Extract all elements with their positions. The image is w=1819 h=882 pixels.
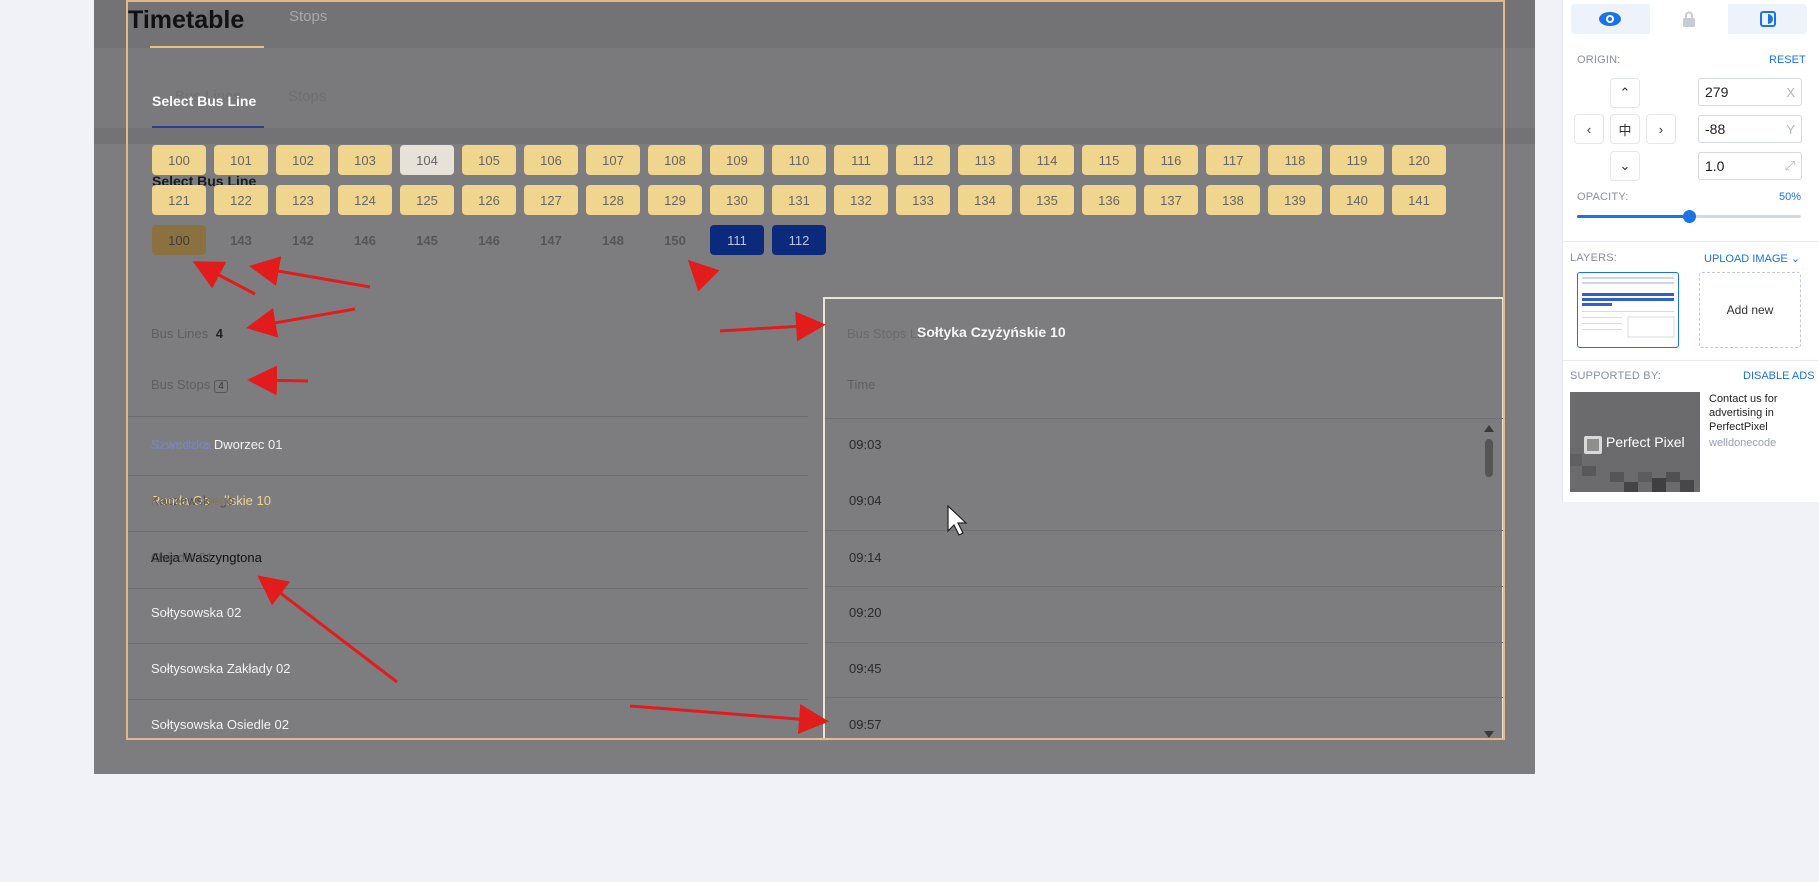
scale-field[interactable]: 1.0 ⤢ [1698, 152, 1802, 180]
add-new-layer-button[interactable]: Add new [1699, 272, 1801, 348]
arrow-icon [629, 704, 829, 735]
origin-y-unit: Y [1786, 121, 1795, 137]
arrow-icon [249, 256, 371, 289]
move-right-button[interactable]: › [1646, 114, 1676, 144]
lock-icon [1683, 11, 1695, 27]
origin-x-value: 279 [1705, 84, 1729, 100]
center-button[interactable]: 中 [1610, 114, 1640, 144]
layer-preview-image [1582, 277, 1675, 338]
move-left-button[interactable]: ‹ [1574, 114, 1604, 144]
origin-label: ORIGIN: [1577, 54, 1621, 66]
ad-brand: Perfect Pixel [1606, 434, 1685, 450]
arrow-icon [719, 311, 826, 342]
visibility-toggle[interactable] [1571, 4, 1649, 34]
chevron-down-icon: ⌄ [1619, 158, 1631, 173]
lock-toggle[interactable] [1650, 4, 1728, 34]
chevron-right-icon: › [1658, 121, 1664, 137]
ad-text: Contact us for advertising in PerfectPix… [1709, 393, 1778, 433]
scale-value: 1.0 [1705, 158, 1725, 174]
origin-x-field[interactable]: 279 X [1698, 78, 1802, 106]
invert-toggle[interactable] [1729, 4, 1807, 34]
section-divider [1563, 360, 1819, 361]
reset-button[interactable]: RESET [1769, 54, 1806, 66]
supported-by-label: SUPPORTED BY: [1570, 370, 1662, 382]
origin-x-unit: X [1786, 84, 1795, 100]
disable-ads-button[interactable]: DISABLE ADS [1743, 370, 1815, 382]
ad-text-block[interactable]: Contact us for advertising in PerfectPix… [1709, 392, 1815, 450]
arrow-icon [257, 575, 398, 684]
ad-sub: welldonecode [1709, 437, 1777, 449]
section-divider [1563, 241, 1819, 242]
move-up-button[interactable]: ⌃ [1610, 78, 1640, 108]
upload-image-label: UPLOAD IMAGE [1704, 253, 1788, 265]
arrow-icon [192, 261, 256, 296]
chevron-up-icon: ⌃ [1619, 85, 1631, 100]
annotation-arrows [192, 256, 829, 735]
invert-icon [1760, 11, 1776, 27]
center-icon: 中 [1618, 122, 1632, 138]
perfectpixel-panel: ORIGIN: RESET ⌃ ‹ 中 › ⌄ 279 X -88 Y 1.0 ⤢ O… [1562, 0, 1819, 502]
move-down-button[interactable]: ⌄ [1610, 151, 1640, 181]
origin-y-field[interactable]: -88 Y [1698, 115, 1802, 143]
chevron-down-icon: ⌄ [1790, 253, 1801, 265]
origin-y-value: -88 [1705, 121, 1726, 137]
arrow-icon [246, 307, 356, 338]
layers-label: LAYERS: [1570, 252, 1618, 264]
eye-icon [1599, 12, 1621, 26]
arrow-icon [687, 259, 720, 292]
opacity-value: 50% [1779, 191, 1802, 203]
upload-image-button[interactable]: UPLOAD IMAGE ⌄ [1704, 252, 1800, 265]
opacity-label: OPACITY: [1577, 191, 1629, 203]
layer-thumbnail[interactable] [1577, 272, 1679, 348]
mouse-cursor-icon [947, 505, 968, 536]
resize-icon: ⤢ [1784, 158, 1795, 173]
chevron-left-icon: ‹ [1586, 121, 1592, 137]
panel-toolbar [1571, 4, 1807, 34]
opacity-slider[interactable] [1577, 210, 1801, 223]
opacity-slider-knob[interactable] [1683, 210, 1696, 223]
arrow-icon [247, 365, 309, 396]
opacity-slider-fill [1577, 215, 1689, 218]
ad-banner-image[interactable]: Perfect Pixel [1570, 392, 1700, 492]
